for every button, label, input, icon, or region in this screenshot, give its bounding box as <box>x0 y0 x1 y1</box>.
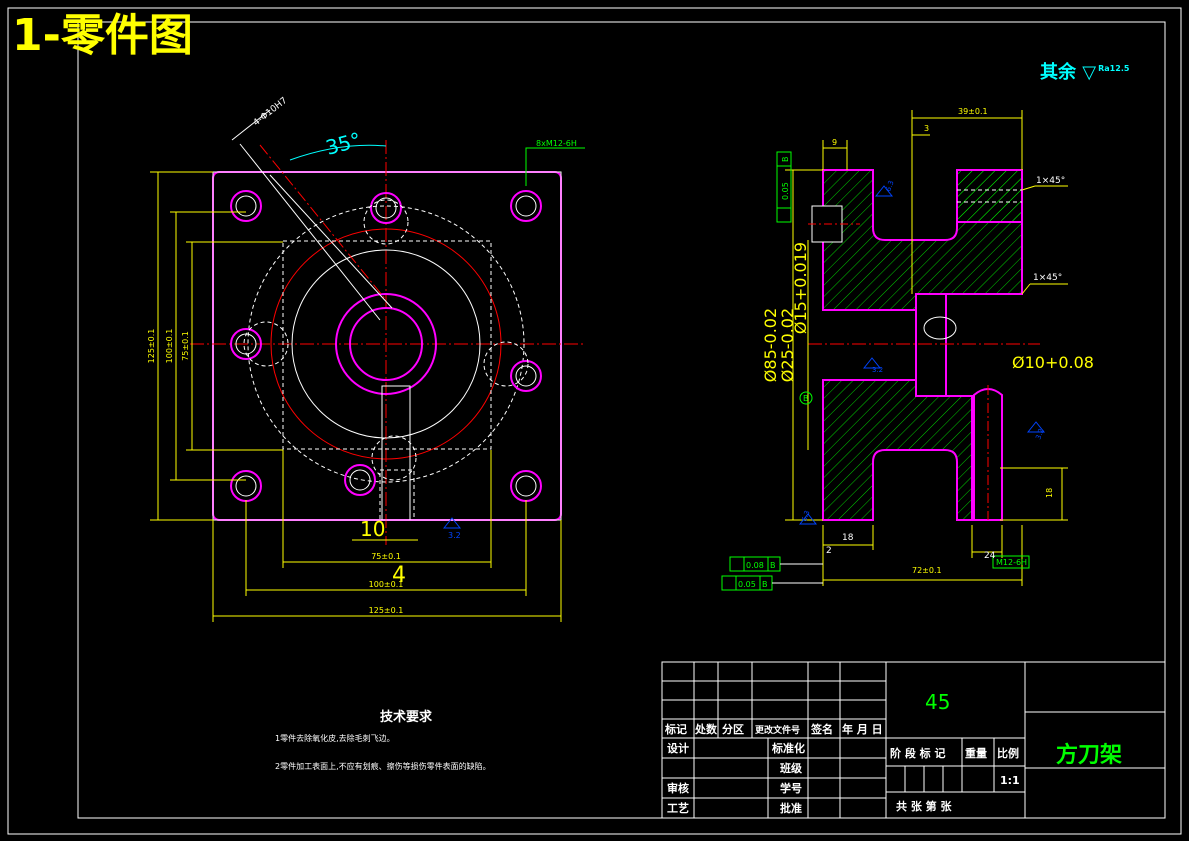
tol-circular: 0.05 <box>781 182 790 200</box>
datum-b-4: B <box>803 394 809 403</box>
rough-label-2: 3.2 <box>872 366 883 374</box>
tb-student-no: 学号 <box>780 781 802 795</box>
thread-callout: 8xM12-6H <box>536 139 577 148</box>
hidden-square <box>282 240 492 450</box>
outer-border <box>7 7 1182 835</box>
front-rough-label: 3.2 <box>448 531 461 540</box>
datum-b-1: B <box>770 561 776 570</box>
key-slot <box>915 293 947 397</box>
roughness-icon: ▽ <box>1082 62 1097 83</box>
front-view <box>150 109 585 622</box>
rough-label-3: 3.2 <box>1034 427 1045 440</box>
dim-18-horizontal: 18 <box>842 533 854 543</box>
tb-mark-1: 处数 <box>694 722 718 736</box>
dim-top-3: 3 <box>924 124 929 133</box>
tb-mark-0: 标记 <box>664 722 687 736</box>
tb-mark-3: 更改文件号 <box>755 724 800 736</box>
dim-h-75: 75±0.1 <box>181 331 190 361</box>
thread-label: M12-6H <box>996 558 1027 567</box>
dim-top-9: 9 <box>832 138 837 147</box>
page-title: 1-零件图 <box>12 10 193 61</box>
tb-material: 45 <box>925 690 951 714</box>
rest-roughness-label: 其余 <box>1040 62 1076 83</box>
rough-label-4: 6.3 <box>800 509 811 522</box>
dim-72: 72±0.1 <box>912 566 942 575</box>
rest-roughness-value: Ra12.5 <box>1098 64 1130 73</box>
thread-block <box>956 169 1023 223</box>
front-dim-labels: 35° 4-Φ10H7 8xM12-6H 125±0.1 100±0.1 75±… <box>147 96 577 615</box>
tb-stage: 阶 段 标 记 <box>890 746 946 760</box>
dim-24: 24 <box>984 551 996 561</box>
slot-hidden <box>379 469 415 521</box>
tb-class: 班级 <box>780 761 803 775</box>
thread-leader <box>525 147 585 186</box>
datum-b-2: B <box>762 580 768 589</box>
tb-review: 审核 <box>667 781 689 795</box>
chamfer-2: 1×45° <box>1033 273 1062 283</box>
rough-label-1: 6.3 <box>884 179 895 192</box>
plate-edge <box>212 171 562 521</box>
angle-label: 35° <box>323 127 363 159</box>
dim-top-39: 39±0.1 <box>958 107 988 116</box>
angle-centerline <box>259 144 387 301</box>
tb-mark-2: 分区 <box>722 722 744 736</box>
tol-flatness: 0.08 <box>746 561 764 570</box>
dim-w-75: 75±0.1 <box>371 552 401 561</box>
tb-mark-4: 签名 <box>810 722 833 736</box>
dim-18-vertical: 18 <box>1045 488 1054 498</box>
dim-h-125: 125±0.1 <box>147 329 156 364</box>
dim-dia-10: Ø10+0.08 <box>1012 353 1094 372</box>
tb-standard: 标准化 <box>771 741 805 755</box>
tech-requirements-title: 技术要求 <box>380 710 433 725</box>
tech-requirement-2: 2零件加工表面上,不应有划痕、擦伤等损伤零件表面的缺陷。 <box>275 762 491 771</box>
tb-sheets: 共 张 第 张 <box>896 799 952 813</box>
tol-perpendicular: 0.05 <box>738 580 756 589</box>
dim-slot-10: 10 <box>360 517 385 541</box>
tb-approve: 批准 <box>780 801 802 815</box>
dim-h-100: 100±0.1 <box>165 329 174 364</box>
dim-slot-4: 4 <box>392 563 406 588</box>
tb-ratio: 比例 <box>997 746 1019 760</box>
title-block-labels: 标记 处数 分区 更改文件号 签名 年 月 日 设计 审核 工艺 标准化 班级 … <box>664 722 1020 815</box>
tb-part-name: 方刀架 <box>1056 743 1123 768</box>
hole-callout: 4-Φ10H7 <box>252 96 290 129</box>
tb-scale: 1:1 <box>1000 774 1020 787</box>
angle-line-b <box>269 174 393 309</box>
tb-weight: 重量 <box>965 746 987 760</box>
dim-2: 2 <box>826 546 832 556</box>
drawing-canvas: 35° 4-Φ10H7 8xM12-6H 125±0.1 100±0.1 75±… <box>7 7 1182 835</box>
dim-w-125: 125±0.1 <box>369 606 404 615</box>
front-horizontal-dims <box>212 450 562 622</box>
rest-roughness-note: 其余 ▽ Ra12.5 <box>1040 58 1129 84</box>
datum-b-3: B <box>781 157 790 163</box>
dim-dia-15: Ø15+0.019 <box>791 242 810 334</box>
tech-requirement-1: 1零件去除氧化皮,去除毛刺飞边。 <box>275 734 395 743</box>
chamfer-1: 1×45° <box>1036 176 1065 186</box>
tb-process: 工艺 <box>667 801 689 815</box>
tb-mark-5: 年 月 日 <box>842 722 883 736</box>
plate-outline <box>212 171 562 521</box>
tb-design: 设计 <box>667 741 689 755</box>
lower-section <box>822 379 973 521</box>
